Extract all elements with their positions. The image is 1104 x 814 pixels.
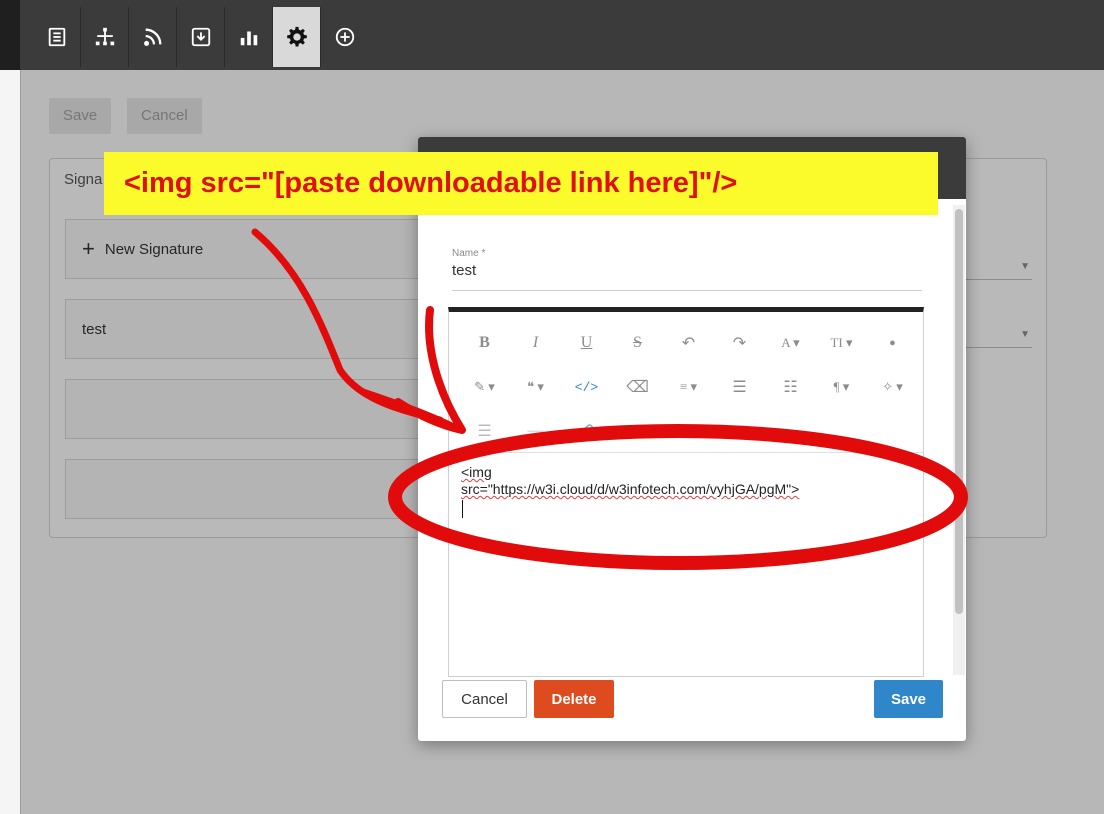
quote-icon[interactable]: ❝ ▾ — [510, 372, 561, 402]
table-icon[interactable]: ▦ — [714, 416, 765, 446]
image-icon[interactable]: ◦ — [612, 416, 663, 446]
modal-cancel-button[interactable]: Cancel — [442, 680, 527, 718]
underline-button[interactable]: U — [561, 328, 612, 358]
eraser-icon[interactable]: ⌫ — [612, 372, 663, 402]
unordered-list-icon[interactable]: ☷ — [765, 372, 816, 402]
name-field-underline — [452, 290, 922, 291]
paint-brush-icon[interactable]: ✎ ▾ — [459, 372, 510, 402]
font-color-button[interactable]: A ▾ — [765, 328, 816, 358]
align-icon[interactable]: ≡ ▾ — [663, 372, 714, 402]
magic-wand-icon[interactable]: ✧ ▾ — [867, 372, 918, 402]
rss-feed-icon[interactable] — [129, 7, 177, 67]
code-line-2: src="https://w3i.cloud/d/w3infotech.com/… — [461, 481, 800, 497]
horizontal-rule-icon[interactable]: ― — [510, 416, 561, 446]
code-line-1: <img — [461, 464, 492, 480]
undo-button[interactable]: ↶ — [663, 328, 714, 358]
editor-divider — [449, 452, 923, 453]
editor-content[interactable]: <img src="https://w3i.cloud/d/w3infotech… — [461, 464, 921, 498]
bold-button[interactable]: B — [459, 328, 510, 358]
delete-button[interactable]: Delete — [534, 680, 614, 718]
video-icon[interactable]: ■ — [663, 416, 714, 446]
name-field[interactable]: test — [452, 262, 476, 279]
code-view-icon[interactable]: </> — [561, 372, 612, 402]
annotation-banner-text: <img src="[paste downloadable link here]… — [124, 167, 738, 199]
strikethrough-button[interactable]: S — [612, 328, 663, 358]
edit-signature-modal: Name * test B I U S ↶ ↷ A ▾ TI ▾ ● ✎ ▾ ❝… — [418, 137, 966, 741]
annotation-banner: <img src="[paste downloadable link here]… — [104, 152, 938, 215]
indent-icon[interactable]: ☰ — [459, 416, 510, 446]
text-cursor — [462, 500, 463, 518]
top-toolbar — [0, 0, 1104, 70]
editor-toolbar-row-3: ☰ ― 🔗 ◦ ■ ▦ — [459, 416, 765, 446]
sitemap-icon[interactable] — [81, 7, 129, 67]
name-field-label: Name * — [452, 248, 486, 259]
editor-toolbar-row-2: ✎ ▾ ❝ ▾ </> ⌫ ≡ ▾ ☰ ☷ ¶ ▾ ✧ ▾ — [459, 372, 918, 402]
font-size-button[interactable]: TI ▾ — [816, 328, 867, 358]
ordered-list-icon[interactable]: ☰ — [714, 372, 765, 402]
add-circle-icon[interactable] — [321, 7, 369, 67]
paragraph-icon[interactable]: ¶ ▾ — [816, 372, 867, 402]
link-icon[interactable]: 🔗 — [561, 416, 612, 446]
redo-button[interactable]: ↷ — [714, 328, 765, 358]
modal-save-button[interactable]: Save — [874, 680, 943, 718]
document-list-icon[interactable] — [33, 7, 81, 67]
gear-icon[interactable] — [273, 7, 321, 67]
download-box-icon[interactable] — [177, 7, 225, 67]
scrollbar-thumb[interactable] — [955, 209, 963, 614]
bar-chart-icon[interactable] — [225, 7, 273, 67]
italic-button[interactable]: I — [510, 328, 561, 358]
editor-toolbar-row-1: B I U S ↶ ↷ A ▾ TI ▾ ● — [459, 328, 918, 358]
signature-editor[interactable]: B I U S ↶ ↷ A ▾ TI ▾ ● ✎ ▾ ❝ ▾ </> ⌫ ≡ ▾… — [448, 307, 924, 677]
color-drop-icon[interactable]: ● — [867, 328, 918, 358]
modal-scrollbar[interactable] — [953, 205, 965, 675]
